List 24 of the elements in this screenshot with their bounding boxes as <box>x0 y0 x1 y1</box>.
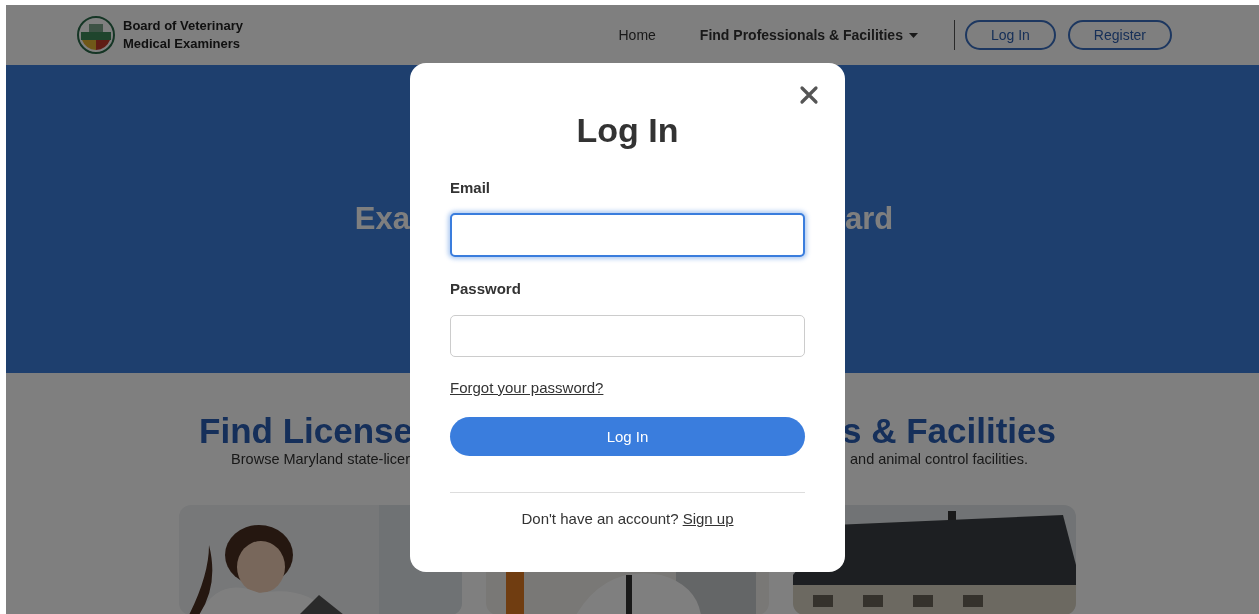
input-field[interactable] <box>450 315 805 357</box>
close-icon <box>799 85 819 105</box>
hero-title: Exa <box>354 201 410 237</box>
nav-link[interactable]: Home <box>618 27 656 43</box>
section-heading: s & Facilities <box>842 411 1056 451</box>
close-button[interactable] <box>799 85 819 105</box>
site-title: Board of Veterinary Medical Examiners <box>123 17 243 53</box>
section-heading: Find License <box>199 411 413 451</box>
hero-title: ard <box>845 201 894 237</box>
nav-button[interactable]: Register <box>1067 20 1172 50</box>
login-button[interactable]: Log In <box>450 417 805 456</box>
signup-prompt: Don't have an account? <box>521 510 679 527</box>
signup-link[interactable]: Sign up <box>682 510 734 527</box>
section-subtitle: and animal control facilities. <box>850 451 1029 467</box>
nav-dropdown[interactable]: Find Professionals & Facilities <box>699 27 918 43</box>
seal-logo <box>77 16 115 54</box>
section-subtitle: Browse Maryland state-licer <box>231 451 410 467</box>
field-label: Password <box>450 280 522 297</box>
input-field[interactable] <box>450 213 805 257</box>
nav-button[interactable]: Log In <box>964 20 1056 50</box>
forgot-password-link[interactable]: Forgot your password? <box>450 379 604 396</box>
field-label: Email <box>450 179 492 196</box>
caret-icon <box>908 32 918 38</box>
dialog-title: Log In <box>575 111 680 150</box>
